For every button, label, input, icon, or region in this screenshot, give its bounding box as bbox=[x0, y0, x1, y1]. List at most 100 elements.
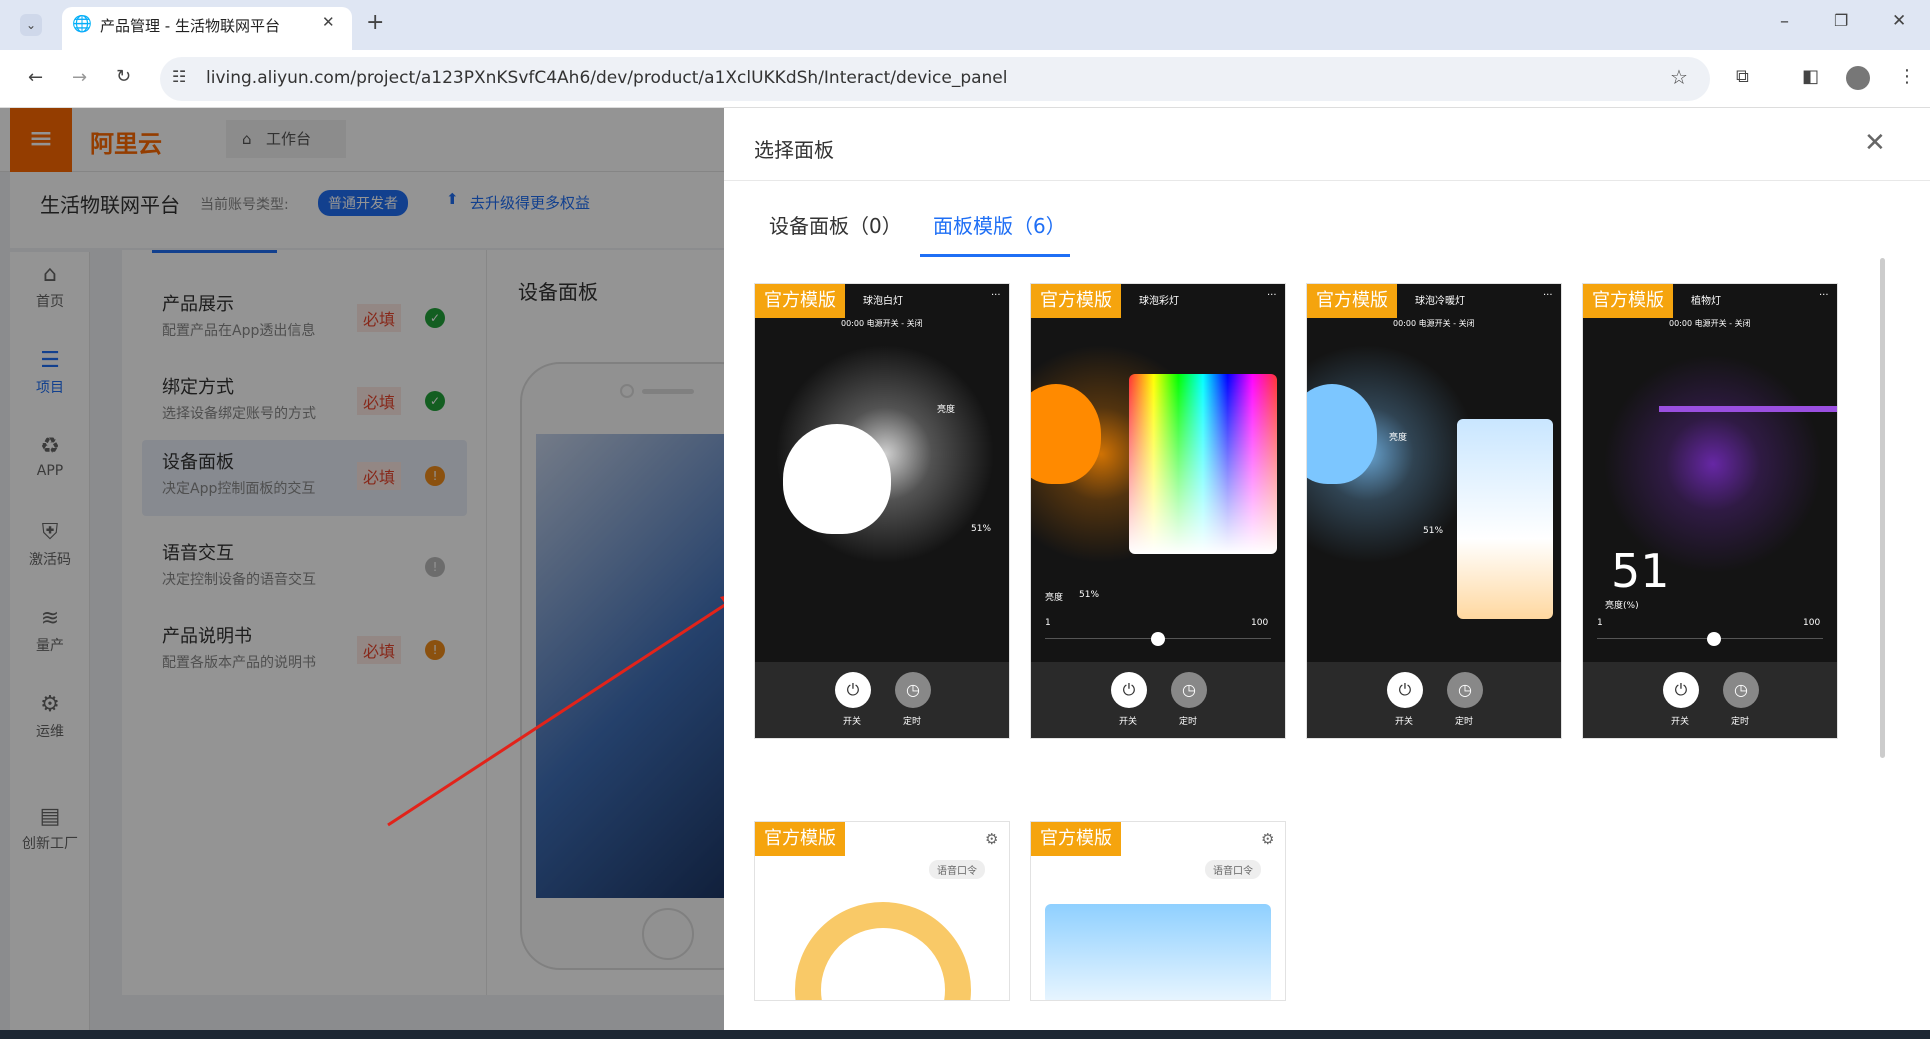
extensions-icon[interactable]: ⧉ bbox=[1736, 68, 1749, 86]
color-swatch bbox=[1045, 904, 1271, 1000]
more-icon[interactable]: ··· bbox=[1267, 290, 1277, 301]
power-status-text: 00:00 电源开关 - 关闭 bbox=[1669, 319, 1751, 328]
settings-gear-icon[interactable]: ⚙ bbox=[1261, 830, 1274, 848]
drawer-divider bbox=[724, 180, 1930, 181]
timer-button-icon[interactable]: ◷ bbox=[1447, 672, 1483, 708]
tab-close-icon[interactable]: ✕ bbox=[322, 15, 335, 30]
timer-label: 定时 bbox=[1731, 717, 1750, 727]
more-icon[interactable]: ··· bbox=[1543, 290, 1553, 301]
power-button-icon[interactable]: ⏻ bbox=[835, 672, 871, 708]
drawer-close-icon[interactable]: ✕ bbox=[1864, 128, 1886, 158]
os-taskbar bbox=[0, 1030, 1930, 1039]
select-panel-drawer: 选择面板 ✕ 设备面板（0） 面板模版（6） 官方模版 球泡白灯 ··· 00:00 … bbox=[724, 108, 1930, 1039]
tab-panel-templates[interactable]: 面板模版（6） bbox=[933, 210, 1066, 239]
official-template-badge: 官方模版 bbox=[1031, 284, 1121, 318]
warm-dial bbox=[795, 902, 971, 1000]
modal-overlay[interactable] bbox=[0, 108, 724, 1039]
power-button-icon[interactable]: ⏻ bbox=[1663, 672, 1699, 708]
power-label: 开关 bbox=[1119, 717, 1138, 727]
template-controls bbox=[1307, 662, 1561, 738]
light-glow bbox=[1603, 354, 1823, 574]
power-button-icon[interactable]: ⏻ bbox=[1111, 672, 1147, 708]
tab-search-chevron-icon[interactable]: ⌄ bbox=[20, 14, 42, 36]
level-value: 51% bbox=[971, 524, 992, 534]
template-preview bbox=[1031, 284, 1285, 662]
template-card-light[interactable]: 官方模版 ⚙ 语音口令 bbox=[754, 821, 1010, 1001]
power-status-text: 00:00 电源开关 - 关闭 bbox=[1393, 319, 1475, 328]
maximize-button[interactable]: ❐ bbox=[1834, 13, 1848, 29]
official-template-badge: 官方模版 bbox=[755, 822, 845, 856]
back-icon[interactable]: ← bbox=[28, 69, 43, 87]
slider-min: 1 bbox=[1045, 618, 1051, 628]
power-status-text: 00:00 电源开关 - 关闭 bbox=[841, 319, 923, 328]
site-info-icon[interactable]: ☷ bbox=[172, 69, 186, 85]
template-controls bbox=[1583, 662, 1837, 738]
level-label: 亮度 bbox=[937, 405, 956, 415]
template-card[interactable]: 官方模版球泡白灯···00:00 电源开关 - 关闭亮度51%⏻◷开关定时球泡白… bbox=[754, 283, 1010, 739]
slider-max: 100 bbox=[1251, 618, 1269, 628]
voice-command-chip[interactable]: 语音口令 bbox=[1205, 860, 1261, 879]
timer-label: 定时 bbox=[903, 717, 922, 727]
official-template-badge: 官方模版 bbox=[1307, 284, 1397, 318]
power-button-icon[interactable]: ⏻ bbox=[1387, 672, 1423, 708]
slider-thumb[interactable] bbox=[1151, 632, 1165, 646]
level-label: 亮度(%) bbox=[1605, 601, 1639, 611]
template-card[interactable]: 官方模版球泡彩灯···亮度51%1100⏻◷开关定时球泡彩灯（主题黑）适配物模型 bbox=[1030, 283, 1286, 739]
timer-button-icon[interactable]: ◷ bbox=[1723, 672, 1759, 708]
template-preview bbox=[755, 284, 1009, 662]
official-template-badge: 官方模版 bbox=[1583, 284, 1673, 318]
forward-icon[interactable]: → bbox=[72, 69, 87, 87]
drawer-scrollbar[interactable] bbox=[1880, 258, 1885, 758]
official-template-badge: 官方模版 bbox=[1031, 822, 1121, 856]
color-temp-picker[interactable] bbox=[1457, 419, 1553, 619]
template-card[interactable]: 官方模版球泡冷暖灯···00:00 电源开关 - 关闭亮度51%⏻◷开关定时球泡… bbox=[1306, 283, 1562, 739]
plant-light-bar bbox=[1659, 406, 1837, 412]
official-template-badge: 官方模版 bbox=[755, 284, 845, 318]
bulb-icon bbox=[783, 424, 891, 534]
power-label: 开关 bbox=[843, 717, 862, 727]
url-text[interactable]: living.aliyun.com/project/a123PXnKSvfC4A… bbox=[206, 68, 1007, 88]
power-label: 开关 bbox=[1671, 717, 1690, 727]
template-controls bbox=[755, 662, 1009, 738]
timer-label: 定时 bbox=[1455, 717, 1474, 727]
slider-thumb[interactable] bbox=[1707, 632, 1721, 646]
profile-avatar[interactable] bbox=[1846, 66, 1870, 90]
globe-icon: 🌐 bbox=[72, 14, 92, 33]
annotation-arrow bbox=[387, 591, 746, 827]
timer-button-icon[interactable]: ◷ bbox=[895, 672, 931, 708]
level-label: 亮度 bbox=[1045, 593, 1064, 603]
window-close-button[interactable]: ✕ bbox=[1892, 13, 1906, 30]
template-card[interactable]: 51 官方模版 植物灯 ··· 00:00 电源开关 - 关闭亮度(%) 1 100 ⏻ ◷ 开关… bbox=[1582, 283, 1838, 739]
minimize-button[interactable]: – bbox=[1780, 13, 1789, 31]
voice-command-chip[interactable]: 语音口令 bbox=[929, 860, 985, 879]
power-label: 开关 bbox=[1395, 717, 1414, 727]
color-picker[interactable] bbox=[1129, 374, 1277, 554]
template-header-title: 球泡白灯 bbox=[863, 296, 903, 307]
level-value: 51% bbox=[1079, 590, 1100, 600]
template-preview bbox=[1307, 284, 1561, 662]
new-tab-button[interactable]: + bbox=[366, 12, 384, 34]
template-header-title: 球泡彩灯 bbox=[1139, 296, 1179, 307]
big-brightness-value: 51 bbox=[1611, 544, 1670, 598]
level-label: 亮度 bbox=[1389, 433, 1408, 443]
bookmark-star-icon[interactable]: ☆ bbox=[1670, 67, 1688, 87]
timer-label: 定时 bbox=[1179, 717, 1198, 727]
active-tab-indicator bbox=[920, 254, 1070, 257]
more-icon[interactable]: ··· bbox=[1819, 290, 1829, 301]
template-controls bbox=[1031, 662, 1285, 738]
tab-title: 产品管理 - 生活物联网平台 bbox=[100, 17, 280, 35]
template-card-light[interactable]: 官方模版 ⚙ 语音口令 bbox=[1030, 821, 1286, 1001]
settings-gear-icon[interactable]: ⚙ bbox=[985, 830, 998, 848]
level-value: 51% bbox=[1423, 526, 1444, 536]
slider-min: 1 bbox=[1597, 618, 1603, 628]
template-header-title: 球泡冷暖灯 bbox=[1415, 296, 1465, 307]
timer-button-icon[interactable]: ◷ bbox=[1171, 672, 1207, 708]
template-header-title: 植物灯 bbox=[1691, 296, 1721, 307]
tab-device-panel[interactable]: 设备面板（0） bbox=[769, 210, 902, 239]
more-icon[interactable]: ··· bbox=[991, 290, 1001, 301]
reload-icon[interactable]: ↻ bbox=[116, 68, 131, 86]
browser-menu-icon[interactable]: ⋮ bbox=[1898, 68, 1916, 86]
side-panel-icon[interactable]: ◧ bbox=[1802, 68, 1819, 86]
drawer-title: 选择面板 bbox=[754, 138, 834, 162]
slider-max: 100 bbox=[1803, 618, 1821, 628]
